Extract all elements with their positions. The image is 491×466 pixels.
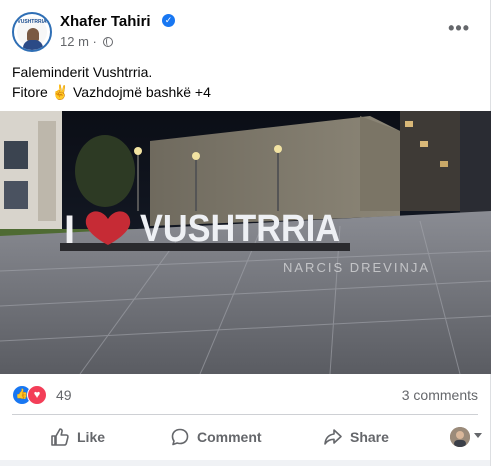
post-text: Faleminderit Vushtrria. Fitore ✌️ Vazhdo… [12,62,478,102]
audience-avatar-image [450,427,470,447]
like-button[interactable]: Like [50,420,105,454]
love-reaction-icon: ♥ [27,385,47,405]
share-button[interactable]: Share [323,420,389,454]
thumbs-up-icon [51,428,69,446]
meta-separator: · [92,34,97,49]
reaction-count[interactable]: 49 [56,387,72,403]
share-button-label: Share [350,429,389,445]
avatar-shirt [23,40,43,50]
share-arrow-icon [324,429,342,445]
feed-gap [0,460,490,466]
audience-avatar-icon[interactable] [450,427,470,447]
sign-letter-i: I [64,208,75,252]
photo-watermark: NARCIS DREVINJA [283,260,430,275]
sign-text: VUSHTRRIA [140,208,340,250]
post-photo[interactable]: I VUSHTRRIA NARCIS DREVINJA [0,111,491,374]
author-name[interactable]: Xhafer Tahiri [60,13,151,30]
globe-icon[interactable] [102,37,113,47]
verified-icon: ✓ [162,14,175,27]
more-options-icon[interactable]: ••• [448,18,470,39]
post-card: VUSHTRRIA Xhafer Tahiri ✓ 12 m · ••• Fal… [0,0,491,466]
comment-button-label: Comment [197,429,262,445]
post-meta: 12 m · [60,34,113,49]
profile-avatar[interactable]: VUSHTRRIA [12,12,52,52]
actions-divider [12,414,478,415]
photo-scene: I VUSHTRRIA NARCIS DREVINJA [0,111,491,374]
comments-count[interactable]: 3 comments [402,387,478,403]
post-text-line-2: Fitore ✌️ Vazhdojmë bashkë +4 [12,84,211,100]
post-header: VUSHTRRIA Xhafer Tahiri ✓ 12 m · ••• [12,12,478,52]
chevron-down-icon[interactable] [474,433,482,438]
like-button-label: Like [77,429,106,445]
post-actions: Like Comment Share [12,420,482,454]
avatar-logo-text: VUSHTRRIA [17,19,47,25]
post-text-line-1: Faleminderit Vushtrria. [12,64,153,80]
comment-button[interactable]: Comment [170,420,262,454]
post-time[interactable]: 12 m [60,34,89,49]
comment-bubble-icon [171,428,189,446]
